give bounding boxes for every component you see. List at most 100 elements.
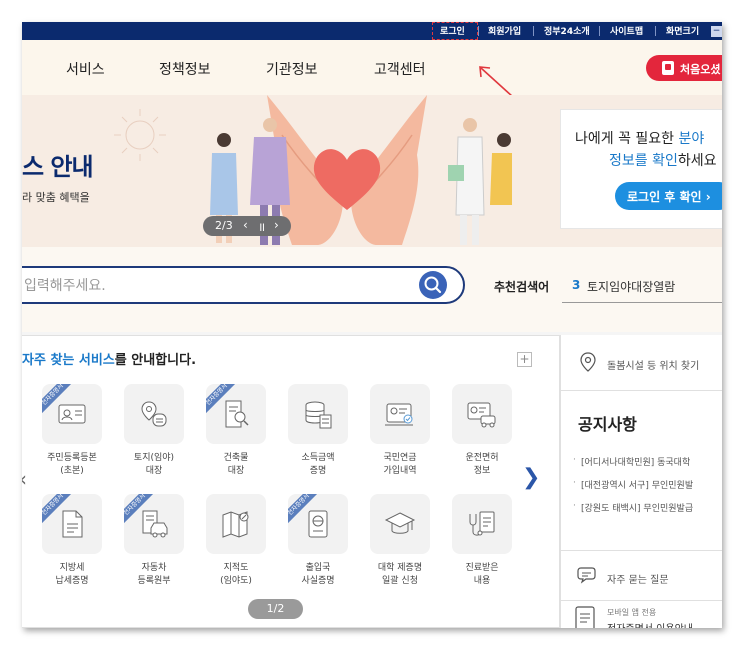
divider: [478, 26, 479, 36]
notice-item[interactable]: [강원도 태백시] 무인민원발급: [573, 501, 693, 514]
service-label: 운전면허: [465, 453, 499, 463]
service-label: 사실증명: [301, 576, 335, 586]
service-label: 건축물: [223, 453, 249, 463]
main-nav: 서비스 정책정보 기관정보 고객센터 처음오셨: [22, 40, 722, 95]
frequent-services-panel: 자주 찾는 서비스를 안내합니다. + ‹ ❯ 전자증명서 주민등록등본 (초본)…: [22, 335, 560, 628]
notice-section: 공지사항 [어디서나대학민원] 동국대학 [대전광역시 서구] 무인민원발 [강…: [561, 391, 722, 551]
sitemap-link[interactable]: 사이트맵: [610, 24, 643, 37]
service-item[interactable]: 소득금액 증명: [283, 384, 353, 478]
more-services-button[interactable]: +: [517, 352, 532, 367]
login-prompt-line2: 정보를 확인하세요: [609, 153, 717, 169]
id-card-icon: 전자증명서: [42, 384, 102, 444]
service-label: 토지(임야): [133, 453, 175, 463]
about-link[interactable]: 정부24소개: [544, 24, 590, 37]
service-label: 대학 제증명: [377, 563, 423, 573]
service-label: 일괄 신청: [382, 576, 418, 586]
login-highlight-box: [432, 22, 478, 40]
login-prompt-card: 나에게 꼭 필요한 분야 정보를 확인하세요 로그인 후 확인 ›: [560, 109, 722, 229]
service-item[interactable]: 토지(임야) 대장: [119, 384, 189, 478]
sun-icon: [114, 109, 166, 161]
location-finder-label: 돌봄시설 등 위치 찾기: [607, 361, 700, 372]
utility-bar: 로그인 회원가입 정부24소개 사이트맵 화면크기 −: [22, 22, 722, 40]
zoom-out-button[interactable]: −: [711, 26, 722, 37]
search-input[interactable]: [24, 276, 404, 296]
service-label: 대장: [227, 466, 245, 476]
hero-banner: 스 안내 라 맞춤 혜택을 2/3 ‹ ॥ › 나에게 꼭 필요한 분야 정보를…: [22, 95, 722, 247]
service-label: 출입국: [305, 563, 331, 573]
service-item[interactable]: 전자증명서 지방세납세증명: [37, 494, 107, 588]
pause-slide-button[interactable]: ॥: [258, 218, 265, 235]
location-finder-link[interactable]: 돌봄시설 등 위치 찾기: [561, 335, 722, 391]
service-item[interactable]: 전자증명서 출입국사실증명: [283, 494, 353, 588]
prev-services-icon[interactable]: ‹: [22, 467, 27, 491]
recommend-label: 추천검색어: [494, 280, 550, 294]
search-button[interactable]: [419, 271, 447, 299]
first-visit-button[interactable]: 처음오셨: [646, 55, 722, 81]
first-visit-label: 처음오셨: [680, 63, 721, 76]
service-item[interactable]: 전자증명서 주민등록등본 (초본): [37, 384, 107, 478]
service-item[interactable]: 대학 제증명일괄 신청: [365, 494, 435, 588]
tax-document-icon: 전자증명서: [42, 494, 102, 554]
document-search-icon: 전자증명서: [206, 384, 266, 444]
search-section: 추천검색어 3 토지임야대장열람: [22, 247, 722, 332]
mobile-document-icon: [575, 606, 595, 628]
notice-title: 공지사항: [578, 415, 637, 434]
car-document-icon: 전자증명서: [124, 494, 184, 554]
recommend-index: 3: [572, 278, 581, 292]
service-item[interactable]: 전자증명서 건축물대장: [201, 384, 271, 478]
service-label: 대장: [145, 466, 163, 476]
faq-label: 자주 묻는 질문: [607, 575, 669, 586]
service-label: 납세증명: [55, 576, 89, 586]
bookmark-icon: [662, 61, 674, 75]
login-check-button[interactable]: 로그인 후 확인 ›: [615, 182, 722, 210]
service-item[interactable]: 국민연금 가입내역: [365, 384, 435, 478]
service-label: 지적도: [223, 563, 249, 573]
nav-item-services[interactable]: 서비스: [66, 59, 105, 79]
browser-viewport: 로그인 회원가입 정부24소개 사이트맵 화면크기 − 서비스 정책정보 기관정…: [22, 22, 722, 628]
driver-license-icon: [452, 384, 512, 444]
divider: [655, 26, 656, 36]
nav-item-policy[interactable]: 정책정보: [159, 59, 211, 79]
nav-item-agency[interactable]: 기관정보: [266, 59, 318, 79]
notice-item[interactable]: [어디서나대학민원] 동국대학: [573, 455, 690, 468]
service-label: 증명: [309, 466, 327, 476]
service-item[interactable]: 지적도 (임야도): [201, 494, 271, 588]
map-pin-document-icon: [124, 384, 184, 444]
recommend-term-link[interactable]: 토지임야대장열람: [587, 278, 675, 295]
service-item[interactable]: 진료받은 내용: [447, 494, 517, 588]
divider: [562, 302, 722, 303]
service-label: 지방세: [59, 563, 85, 573]
service-label: 정보: [473, 466, 491, 476]
faq-link[interactable]: 자주 묻는 질문: [561, 551, 722, 601]
banner-subtitle: 라 맞춤 혜택을: [22, 191, 90, 204]
passport-icon: 전자증명서: [288, 494, 348, 554]
login-prompt-line1: 나에게 꼭 필요한 분야: [575, 131, 705, 147]
notice-item[interactable]: [대전광역시 서구] 무인민원발: [573, 478, 693, 491]
chat-bubble-icon: [577, 567, 596, 584]
nav-item-support[interactable]: 고객센터: [374, 59, 426, 79]
banner-title: 스 안내: [22, 153, 94, 181]
signup-link[interactable]: 회원가입: [488, 24, 521, 37]
coins-icon: [288, 384, 348, 444]
divider: [599, 26, 600, 36]
banner-page-text: 2/3: [215, 219, 233, 232]
prev-slide-button[interactable]: ‹: [243, 218, 248, 232]
services-page-indicator: 1/2: [248, 599, 303, 619]
service-label: 등록원부: [137, 576, 171, 586]
service-item[interactable]: 운전면허정보: [447, 384, 517, 478]
mobile-app-label: 모바일 앱 전용: [607, 608, 657, 617]
service-label: 가입내역: [383, 466, 417, 476]
next-slide-button[interactable]: ›: [274, 218, 279, 232]
service-label: (임야도): [220, 576, 252, 586]
service-label: 내용: [473, 576, 491, 586]
pension-card-icon: [370, 384, 430, 444]
next-services-icon[interactable]: ❯: [522, 465, 540, 490]
service-label: (초본): [60, 466, 84, 476]
divider: [533, 26, 534, 36]
graduation-cap-icon: [370, 494, 430, 554]
right-column: 돌봄시설 등 위치 찾기 공지사항 [어디서나대학민원] 동국대학 [대전광역시…: [560, 335, 722, 628]
mobile-certificate-link[interactable]: 모바일 앱 전용 전자증명서 이용안내: [561, 601, 722, 628]
font-size-label: 화면크기: [666, 27, 700, 37]
medical-record-icon: [452, 494, 512, 554]
service-item[interactable]: 전자증명서 자동차 등록원부: [119, 494, 189, 588]
